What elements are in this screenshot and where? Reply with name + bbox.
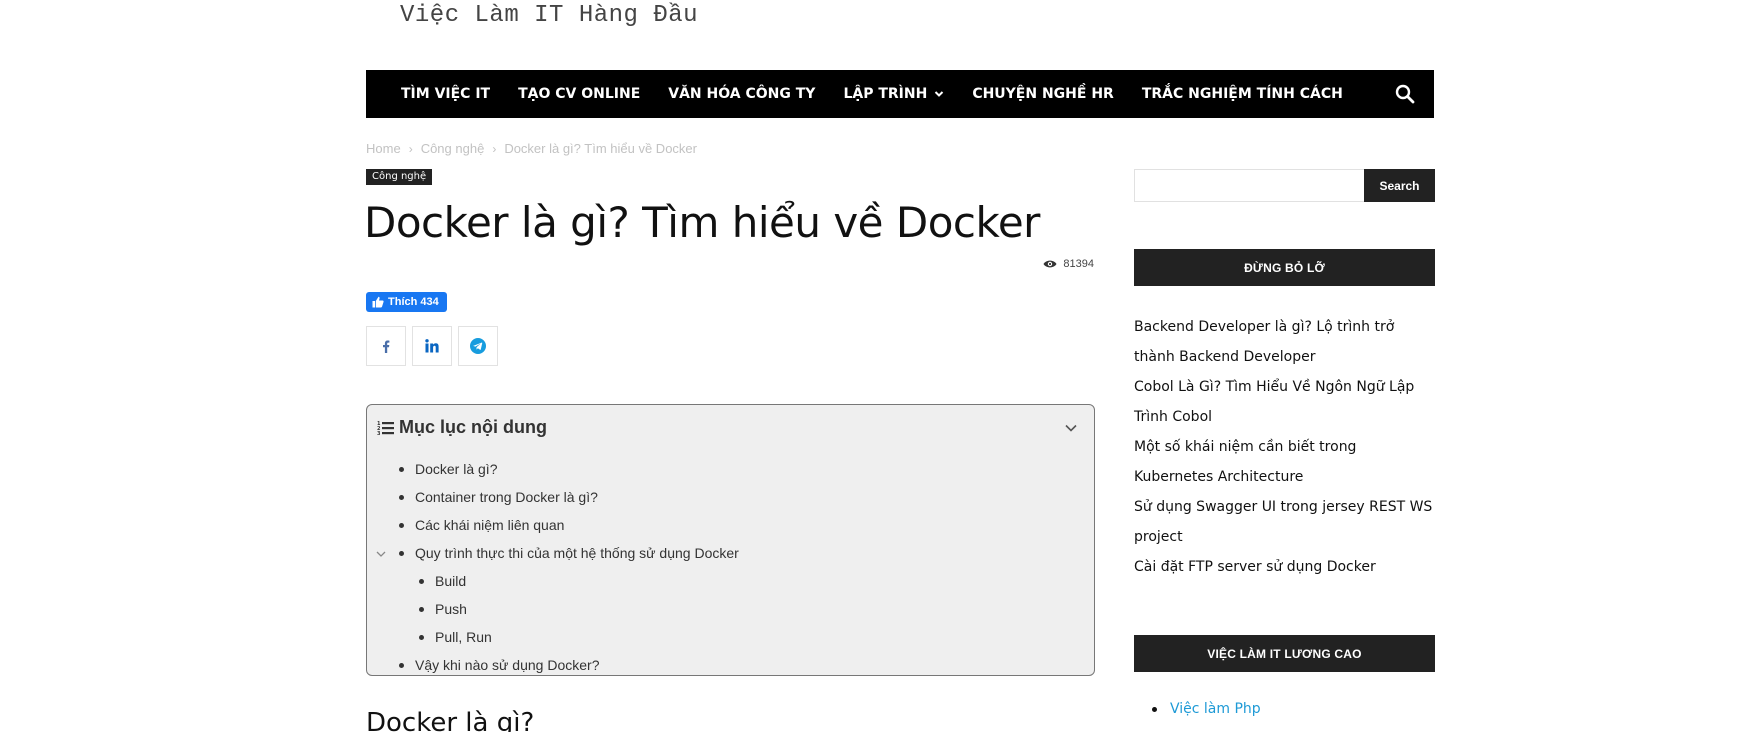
toc-item-label: Vậy khi nào sử dụng Docker? <box>415 657 600 673</box>
toc-item-label: Build <box>435 573 467 589</box>
widget-title-jobs: VIỆC LÀM IT LƯƠNG CAO <box>1134 635 1435 672</box>
nav-label: TÌM VIỆC IT <box>401 86 491 102</box>
table-of-contents: 123 Mục lục nội dung Docker là gì? Conta… <box>366 404 1095 676</box>
toc-item[interactable]: Container trong Docker là gì? <box>399 489 598 505</box>
nav-label: TẠO CV ONLINE <box>518 86 641 102</box>
bullet <box>399 466 404 472</box>
breadcrumb-category[interactable]: Công nghệ <box>421 141 485 156</box>
chevron-down-icon[interactable] <box>375 550 387 558</box>
breadcrumb-separator: › <box>408 141 413 156</box>
share-telegram-button[interactable] <box>458 326 498 366</box>
nav-label: LẬP TRÌNH <box>843 86 928 102</box>
search-icon[interactable] <box>1394 83 1416 105</box>
toc-item-label: Container trong Docker là gì? <box>415 489 598 505</box>
linkedin-icon <box>425 339 439 353</box>
related-post-link[interactable]: Backend Developer là gì? Lộ trình trở th… <box>1134 312 1435 372</box>
related-post-link[interactable]: Sử dụng Swagger UI trong jersey REST WS … <box>1134 492 1435 552</box>
nav-item-tao-cv-online[interactable]: TẠO CV ONLINE <box>518 86 640 102</box>
toc-item[interactable]: Docker là gì? <box>399 461 497 477</box>
section-heading: Docker là gì? <box>366 708 535 732</box>
post-title: Docker là gì? Tìm hiểu về Docker <box>364 198 1040 247</box>
view-count-value: 81394 <box>1063 258 1094 270</box>
share-facebook-button[interactable] <box>366 326 406 366</box>
toc-item-label: Push <box>435 601 467 617</box>
view-count: 81394 <box>1043 258 1094 270</box>
nav-label: TRẮC NGHIỆM TÍNH CÁCH <box>1141 86 1343 102</box>
eye-icon <box>1043 260 1057 268</box>
toc-header[interactable]: 123 Mục lục nội dung <box>377 417 547 438</box>
toc-subitem[interactable]: Push <box>419 601 467 617</box>
breadcrumb-home[interactable]: Home <box>366 141 401 156</box>
nav-item-tim-viec-it[interactable]: TÌM VIỆC IT <box>401 86 490 102</box>
site-logo[interactable]: Việc Làm IT Hàng Đầu <box>400 2 698 29</box>
nav-item-lap-trinh[interactable]: LẬP TRÌNH <box>843 86 944 102</box>
job-link-label: Việc làm Php <box>1170 701 1261 717</box>
breadcrumb-separator: › <box>492 141 497 156</box>
share-linkedin-button[interactable] <box>412 326 452 366</box>
toc-item[interactable]: Các khái niệm liên quan <box>399 517 564 533</box>
breadcrumb: Home › Công nghệ › Docker là gì? Tìm hiể… <box>366 141 697 156</box>
nav-item-trac-nghiem-tinh-cach[interactable]: TRẮC NGHIỆM TÍNH CÁCH <box>1142 86 1343 102</box>
category-badge[interactable]: Công nghệ <box>366 169 433 185</box>
related-post-link[interactable]: Cài đặt FTP server sử dụng Docker <box>1134 552 1435 582</box>
chevron-down-icon[interactable] <box>1064 423 1078 433</box>
bullet <box>399 662 404 668</box>
svg-text:3: 3 <box>377 431 381 436</box>
telegram-icon <box>470 338 486 354</box>
toc-item[interactable]: Vậy khi nào sử dụng Docker? <box>399 657 599 673</box>
breadcrumb-current: Docker là gì? Tìm hiểu về Docker <box>504 141 697 156</box>
thumbs-up-icon <box>372 296 384 308</box>
nav-item-van-hoa-cong-ty[interactable]: VĂN HÓA CÔNG TY <box>668 86 815 102</box>
bullet <box>399 494 404 500</box>
bullet <box>1152 706 1157 712</box>
job-link[interactable]: Việc làm Php <box>1152 701 1261 717</box>
toc-title: Mục lục nội dung <box>399 417 547 437</box>
facebook-like-label: Thích 434 <box>388 296 439 308</box>
facebook-icon <box>383 340 390 353</box>
toc-item-label: Các khái niệm liên quan <box>415 517 565 533</box>
nav-label: VĂN HÓA CÔNG TY <box>668 86 816 102</box>
facebook-like-button[interactable]: Thích 434 <box>366 292 447 312</box>
list-icon: 123 <box>377 421 394 436</box>
sidebar-search-button[interactable]: Search <box>1364 169 1435 202</box>
dont-miss-post-list: Backend Developer là gì? Lộ trình trở th… <box>1134 312 1435 582</box>
bullet <box>419 606 424 612</box>
toc-item-label: Docker là gì? <box>415 461 498 477</box>
widget-title-dont-miss: ĐỪNG BỎ LỠ <box>1134 249 1435 286</box>
related-post-link[interactable]: Cobol Là Gì? Tìm Hiểu Về Ngôn Ngữ Lập Tr… <box>1134 372 1435 432</box>
bullet <box>419 634 424 640</box>
toc-item-label: Pull, Run <box>435 629 492 645</box>
toc-item-label: Quy trình thực thi của một hệ thống sử d… <box>415 545 739 561</box>
toc-subitem[interactable]: Build <box>419 573 466 589</box>
bullet <box>419 578 424 584</box>
sidebar-search-input[interactable] <box>1134 169 1364 202</box>
bullet <box>399 550 404 556</box>
nav-label: CHUYỆN NGHỀ HR <box>972 86 1114 102</box>
main-navbar: TÌM VIỆC IT TẠO CV ONLINE VĂN HÓA CÔNG T… <box>366 70 1434 118</box>
bullet <box>399 522 404 528</box>
chevron-down-icon <box>935 91 944 97</box>
share-buttons <box>366 326 504 366</box>
related-post-link[interactable]: Một số khái niệm cần biết trong Kubernet… <box>1134 432 1435 492</box>
job-list: Việc làm Php <box>1152 701 1261 717</box>
toc-item[interactable]: Quy trình thực thi của một hệ thống sử d… <box>399 545 739 561</box>
nav-item-chuyen-nghe-hr[interactable]: CHUYỆN NGHỀ HR <box>972 86 1114 102</box>
toc-subitem[interactable]: Pull, Run <box>419 629 492 645</box>
